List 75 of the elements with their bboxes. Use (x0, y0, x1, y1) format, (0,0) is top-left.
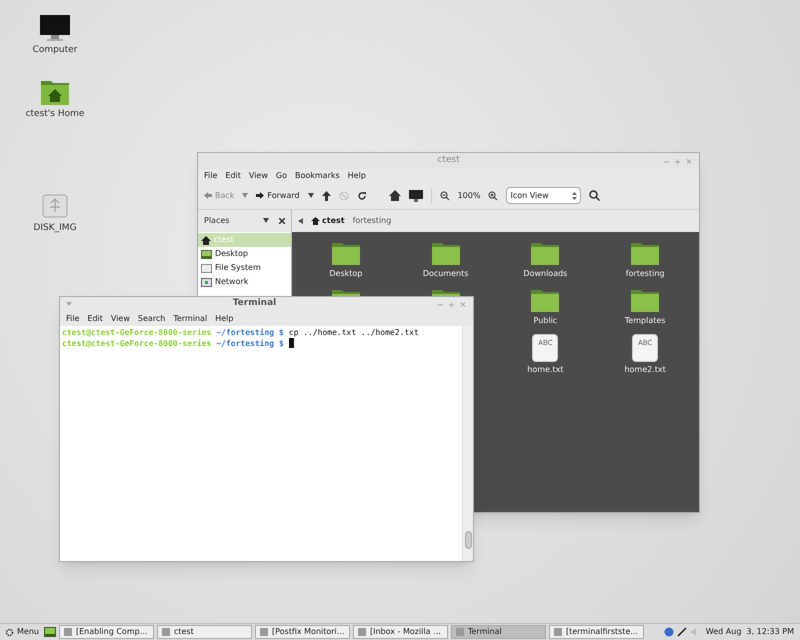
spinner-arrows-icon (572, 192, 578, 200)
taskbar-button[interactable]: [terminalfirstste... (548, 625, 644, 639)
desktop-icon-label[interactable]: Computer (32, 44, 78, 58)
back-arrow-icon (204, 192, 212, 199)
zoom-level: 100% (458, 190, 480, 202)
command-text: cp ../home.txt ../home2.txt (288, 327, 419, 338)
menu-button[interactable]: Menu (3, 626, 41, 638)
monitor-icon (39, 14, 71, 42)
folder-icon (330, 240, 361, 266)
menu-item[interactable]: View (110, 312, 130, 324)
drive-icon (201, 264, 212, 272)
zoom-out-icon[interactable] (440, 190, 450, 200)
gear-icon (5, 628, 14, 636)
sidebar-item[interactable]: File System (198, 261, 291, 275)
menu-item[interactable]: Help (348, 170, 366, 182)
file-label: Downloads (523, 268, 568, 280)
zoom-in-icon[interactable] (488, 190, 498, 200)
window-title: Terminal (232, 297, 276, 310)
file-label: fortesting (626, 268, 664, 280)
monitor-icon[interactable] (408, 190, 423, 202)
prompt-user-host: ctest@ctest-GeForce-8000-series (62, 338, 212, 349)
home-icon[interactable] (388, 190, 401, 201)
taskbar-button[interactable]: Terminal (450, 625, 546, 639)
menu-item[interactable]: Terminal (173, 312, 208, 324)
folder-icon (530, 240, 560, 266)
taskbar-button[interactable]: [Inbox - Mozilla ... (352, 625, 448, 639)
menu-item[interactable]: View (248, 170, 268, 182)
file-label: home2.txt (624, 364, 666, 376)
forward-arrow-icon (256, 192, 264, 199)
sidebar-item[interactable]: Network (198, 275, 291, 289)
menu-item[interactable]: File (204, 170, 218, 182)
folder-icon (530, 287, 560, 313)
search-icon[interactable] (589, 190, 600, 201)
menu-item[interactable]: Edit (87, 312, 103, 324)
menu-item[interactable]: Edit (225, 170, 241, 182)
menu-item[interactable]: Help (215, 312, 234, 324)
home-icon (201, 236, 211, 244)
path-button[interactable]: fortesting (352, 215, 392, 227)
dropdown-arrow-icon[interactable] (263, 218, 269, 223)
desktop-icon-label[interactable]: ctest's Home (26, 108, 84, 121)
desktop-icon-label[interactable]: DISK_IMG (33, 222, 77, 236)
sidebar-title: Places (204, 215, 230, 227)
folder-icon (430, 240, 461, 266)
path-button[interactable]: ctest (311, 215, 345, 227)
taskbar-button[interactable]: [Postfix Monitori... (254, 625, 350, 639)
forward-button[interactable]: Forward (256, 190, 300, 202)
reload-icon[interactable] (356, 190, 367, 200)
taskbar-button[interactable]: [Enabling Comp... (58, 625, 154, 639)
prompt-path: ~/fortesting $ (216, 327, 284, 338)
menu-item[interactable]: Bookmarks (294, 170, 340, 182)
window-title: ctest (437, 154, 460, 168)
prompt-user-host: ctest@ctest-GeForce-8000-series (62, 327, 212, 338)
file-label: Documents (422, 268, 468, 280)
view-select[interactable]: Icon View (506, 187, 582, 204)
show-desktop-icon[interactable] (44, 627, 56, 637)
file-label: home.txt (527, 364, 564, 376)
folder-icon (630, 287, 660, 313)
taskbar-button[interactable]: ctest (156, 625, 252, 639)
desktop-icon (201, 250, 212, 258)
file-label: Desktop (329, 268, 362, 280)
menu-item[interactable]: File (66, 312, 80, 324)
folder-icon (630, 240, 660, 266)
home-icon (311, 217, 320, 225)
dropdown-arrow-icon[interactable] (308, 193, 314, 198)
close-icon[interactable] (279, 218, 285, 224)
prompt-path: ~/fortesting $ (216, 338, 284, 349)
menu-item[interactable]: Go (276, 170, 287, 182)
clock[interactable]: Wed Aug 3, 12:33 PM (702, 626, 797, 638)
up-arrow-icon[interactable] (322, 190, 331, 200)
file-label: Templates (624, 315, 666, 327)
scrollbar[interactable] (462, 326, 473, 561)
file-label: Public (534, 315, 558, 327)
left-arrow-icon[interactable] (298, 218, 303, 224)
sidebar-item[interactable]: Desktop (198, 247, 291, 261)
menu-item[interactable]: Search (138, 312, 166, 324)
